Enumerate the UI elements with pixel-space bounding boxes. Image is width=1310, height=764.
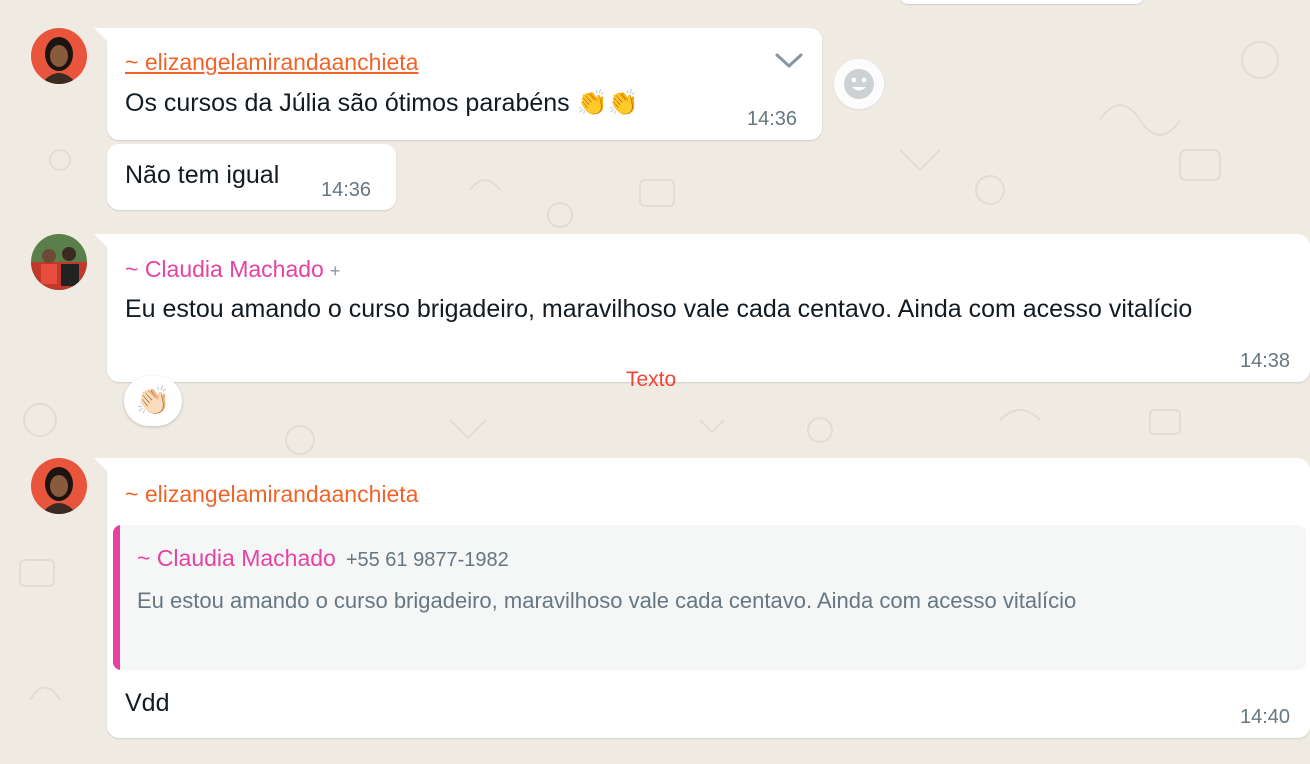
avatar[interactable] <box>31 458 87 514</box>
message-time: 14:38 <box>1240 350 1291 372</box>
message-time: 14:36 <box>321 179 372 201</box>
message-text: Não tem igual <box>125 161 280 189</box>
annotation-label: Texto <box>626 368 677 391</box>
quoted-message[interactable]: ~ Claudia Machado +55 61 9877-1982 Eu est… <box>113 525 1306 670</box>
message-bubble[interactable]: ~ Claudia Machado + Eu estou amando o cur… <box>94 234 1310 382</box>
quoted-sender: ~ Claudia Machado +55 61 9877-1982 <box>137 545 509 571</box>
emoji-smiley-icon <box>844 69 874 99</box>
message-time: 14:40 <box>1240 706 1291 728</box>
message-text: Eu estou amando o curso brigadeiro, mara… <box>125 295 1193 323</box>
sender-name[interactable]: ~ elizangelamirandaanchieta <box>125 49 418 76</box>
message-bubble[interactable]: ~ elizangelamirandaanchieta Os cursos da… <box>94 28 822 140</box>
message-time: 14:36 <box>747 108 798 130</box>
reaction-chip[interactable]: 👏🏻 <box>124 376 182 426</box>
previous-message-bubble-edge <box>900 0 1144 4</box>
react-button[interactable] <box>834 59 884 109</box>
message-text: Vdd <box>125 689 170 717</box>
sender-extra: + <box>329 261 341 281</box>
avatar[interactable] <box>31 28 87 84</box>
message-text: Os cursos da Júlia são ótimos parabéns 👏… <box>125 89 639 117</box>
avatar[interactable] <box>31 234 87 290</box>
sender-name[interactable]: ~ elizangelamirandaanchieta <box>125 481 418 508</box>
quote-accent-bar <box>113 525 120 670</box>
quoted-text: Eu estou amando o curso brigadeiro, mara… <box>137 588 1077 613</box>
message-bubble[interactable]: Não tem igual 14:36 <box>107 144 396 210</box>
sender-name[interactable]: ~ Claudia Machado + <box>125 256 340 283</box>
quoted-phone: +55 61 9877-1982 <box>345 549 509 571</box>
chevron-down-icon[interactable] <box>774 47 804 73</box>
